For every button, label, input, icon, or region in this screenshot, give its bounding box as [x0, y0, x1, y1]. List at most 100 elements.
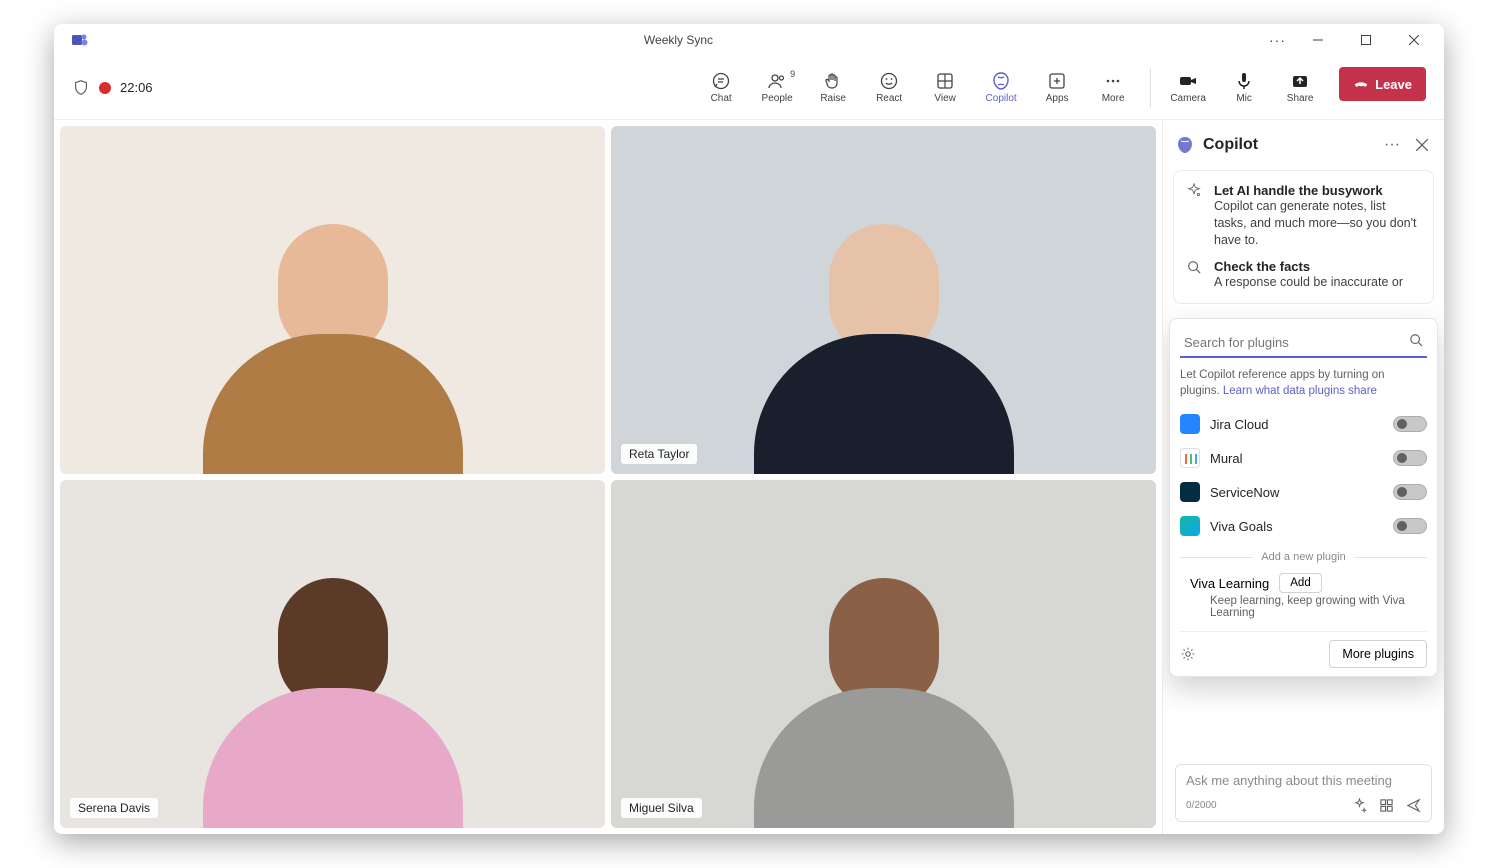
more-plugins-button[interactable]: More plugins — [1329, 640, 1427, 668]
plugin-row-servicenow: ServiceNow — [1180, 475, 1427, 509]
tip-heading: Check the facts — [1214, 259, 1403, 274]
chat-button[interactable]: Chat — [694, 67, 748, 108]
leave-button[interactable]: Leave — [1339, 67, 1426, 101]
more-icon — [1103, 71, 1123, 91]
raise-hand-icon — [823, 71, 843, 91]
send-icon[interactable] — [1406, 798, 1421, 813]
hangup-icon — [1353, 76, 1369, 92]
copilot-button[interactable]: Copilot — [974, 67, 1028, 108]
camera-label: Camera — [1170, 93, 1206, 104]
plugins-grid-icon[interactable] — [1379, 798, 1394, 813]
title-more-icon[interactable]: ··· — [1259, 32, 1296, 48]
plugin-toggle[interactable] — [1393, 484, 1427, 500]
vivagoals-icon — [1180, 516, 1200, 536]
participant-name: Miguel Silva — [621, 798, 702, 818]
meeting-timer: 22:06 — [120, 80, 153, 95]
plugin-toggle[interactable] — [1393, 450, 1427, 466]
search-icon — [1409, 333, 1423, 347]
popover-footer: More plugins — [1180, 631, 1427, 668]
teams-meeting-window: Weekly Sync ··· 22:06 Chat 9 Peopl — [54, 24, 1444, 834]
video-grid: Reta Taylor Serena Davis Miguel Silva — [54, 120, 1162, 834]
add-plugin-divider: Add a new plugin — [1180, 551, 1427, 563]
tip-item: Let AI handle the busywork Copilot can g… — [1186, 183, 1421, 249]
plugin-hint-link[interactable]: Learn what data plugins share — [1223, 385, 1377, 397]
new-plugin-card: Viva Learning Add Keep learning, keep gr… — [1180, 567, 1427, 621]
participant-tile[interactable]: Miguel Silva — [611, 480, 1156, 828]
chat-icon — [711, 71, 731, 91]
share-icon — [1290, 71, 1310, 91]
new-plugin-desc: Keep learning, keep growing with Viva Le… — [1180, 595, 1427, 619]
shield-icon[interactable] — [72, 79, 90, 97]
char-counter: 0/2000 — [1186, 800, 1217, 811]
react-label: React — [876, 93, 902, 104]
avatar — [203, 578, 463, 828]
react-button[interactable]: React — [862, 67, 916, 108]
jira-icon — [1180, 414, 1200, 434]
plugin-name: Jira Cloud — [1210, 417, 1383, 432]
new-plugin-name: Viva Learning — [1190, 576, 1269, 591]
meeting-body: Reta Taylor Serena Davis Miguel Silva Co… — [54, 120, 1444, 834]
participant-tile[interactable]: Reta Taylor — [611, 126, 1156, 474]
plugin-toggle[interactable] — [1393, 416, 1427, 432]
tip-heading: Let AI handle the busywork — [1214, 183, 1421, 198]
avatar — [754, 578, 1014, 828]
tip-item: Check the facts A response could be inac… — [1186, 259, 1421, 291]
plugin-hint: Let Copilot reference apps by turning on… — [1180, 368, 1427, 399]
toolbar-actions: Chat 9 People Raise React View — [153, 67, 1432, 108]
mic-button[interactable]: Mic — [1217, 67, 1271, 108]
sidepanel-title: Copilot — [1203, 136, 1372, 154]
chat-label: Chat — [711, 93, 732, 104]
people-button[interactable]: 9 People — [750, 67, 804, 108]
apps-button[interactable]: Apps — [1030, 67, 1084, 108]
leave-label: Leave — [1375, 77, 1412, 92]
compose-actions-row: 0/2000 — [1186, 798, 1421, 813]
plugin-toggle[interactable] — [1393, 518, 1427, 534]
minimize-button[interactable] — [1296, 25, 1340, 55]
copilot-tips-card: Let AI handle the busywork Copilot can g… — [1173, 170, 1434, 304]
add-plugin-button[interactable]: Add — [1279, 573, 1321, 593]
more-button[interactable]: More — [1086, 67, 1140, 108]
compose-box[interactable]: Ask me anything about this meeting 0/200… — [1175, 764, 1432, 822]
compose-area: Ask me anything about this meeting 0/200… — [1163, 754, 1444, 834]
plugin-search-input[interactable] — [1180, 329, 1427, 358]
avatar — [754, 224, 1014, 474]
share-button[interactable]: Share — [1273, 67, 1327, 108]
plugin-row-jira: Jira Cloud — [1180, 407, 1427, 441]
mic-icon — [1234, 71, 1254, 91]
recording-indicator-icon — [100, 83, 110, 93]
apps-icon — [1047, 71, 1067, 91]
search-check-icon — [1186, 259, 1204, 291]
sparkle-icon — [1186, 183, 1204, 249]
sidepanel-close-icon[interactable] — [1412, 135, 1432, 155]
apps-label: Apps — [1046, 93, 1069, 104]
camera-icon — [1178, 71, 1198, 91]
sidepanel-content: Let AI handle the busywork Copilot can g… — [1163, 166, 1444, 754]
plugin-name: Viva Goals — [1210, 519, 1383, 534]
plugin-row-vivagoals: Viva Goals — [1180, 509, 1427, 543]
participant-tile[interactable]: Serena Davis — [60, 480, 605, 828]
window-controls — [1296, 25, 1436, 55]
react-icon — [879, 71, 899, 91]
mic-label: Mic — [1236, 93, 1252, 104]
plugin-search-wrap — [1180, 329, 1427, 358]
sidepanel-more-icon[interactable]: ··· — [1380, 132, 1404, 158]
divider-label: Add a new plugin — [1261, 551, 1345, 563]
copilot-logo-icon — [1175, 135, 1195, 155]
plugin-name: ServiceNow — [1210, 485, 1383, 500]
participant-name: Serena Davis — [70, 798, 158, 818]
participant-tile[interactable] — [60, 126, 605, 474]
plugin-row-mural: Mural — [1180, 441, 1427, 475]
raise-hand-button[interactable]: Raise — [806, 67, 860, 108]
mural-icon — [1180, 448, 1200, 468]
participant-name: Reta Taylor — [621, 444, 697, 464]
people-icon: 9 — [767, 71, 787, 91]
sparkle-prompt-icon[interactable] — [1352, 798, 1367, 813]
view-button[interactable]: View — [918, 67, 972, 108]
tip-body: Copilot can generate notes, list tasks, … — [1214, 198, 1421, 249]
maximize-button[interactable] — [1344, 25, 1388, 55]
camera-button[interactable]: Camera — [1161, 67, 1215, 108]
close-button[interactable] — [1392, 25, 1436, 55]
settings-icon[interactable] — [1180, 646, 1196, 662]
meeting-toolbar: 22:06 Chat 9 People Raise React — [54, 56, 1444, 120]
share-label: Share — [1287, 93, 1314, 104]
